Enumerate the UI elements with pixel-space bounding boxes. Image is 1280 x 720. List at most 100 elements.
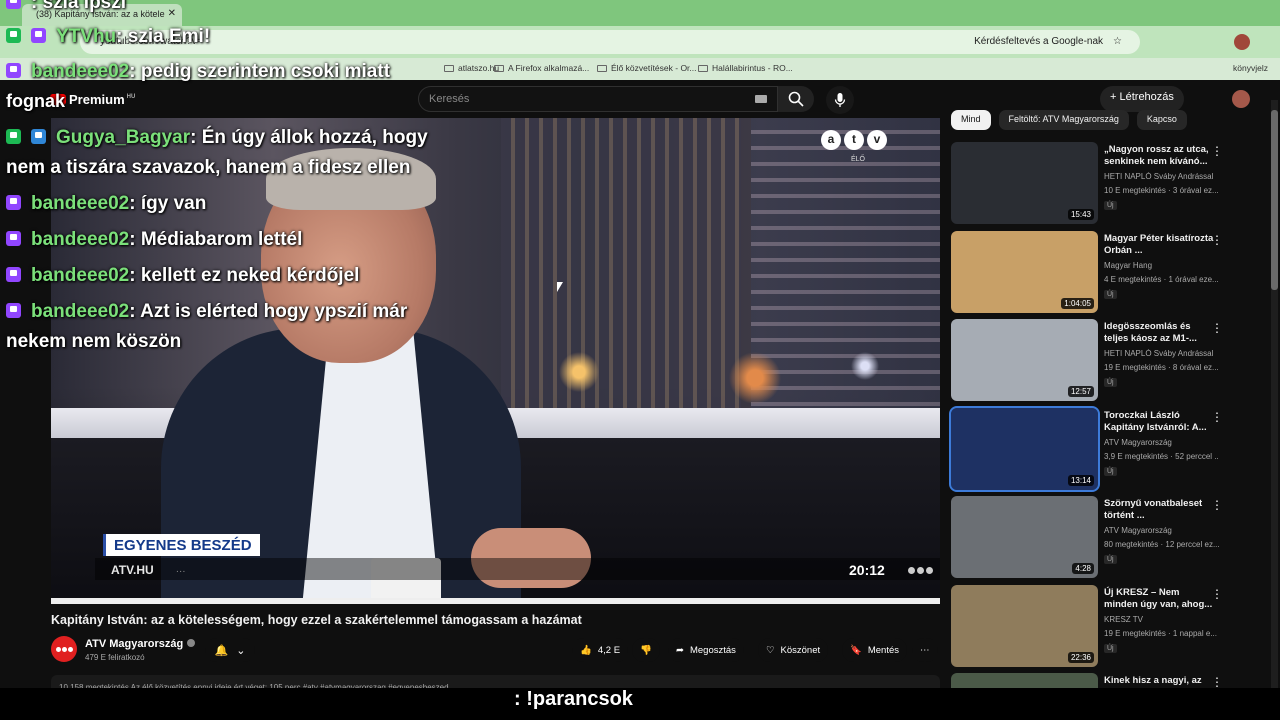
broadcast-clock: 20:12	[849, 562, 885, 578]
search-button[interactable]	[778, 86, 814, 112]
other-bookmarks[interactable]: könyvjelz	[1233, 63, 1268, 73]
chip-all[interactable]: Mind	[951, 110, 991, 130]
dislike-button[interactable]: 👎	[632, 638, 660, 662]
video-thumbnail[interactable]: 12:57	[951, 319, 1098, 401]
recommendation-title[interactable]: „Nagyon rossz az utca, senkinek nem kívá…	[1104, 144, 1214, 168]
video-thumbnail[interactable]: 1:04:05	[951, 231, 1098, 313]
recommendation-title[interactable]: Idegösszeomlás és teljes káosz az M1-...	[1104, 321, 1214, 345]
chat-message: bandeee02: Azt is elérted hogy ypszií má…	[6, 301, 407, 323]
more-vert-icon[interactable]: ⋮	[1211, 587, 1223, 601]
more-vert-icon[interactable]: ⋮	[1211, 410, 1223, 424]
video-thumbnail[interactable]: 4:28	[951, 496, 1098, 578]
chat-message: : szia ipszi	[6, 0, 126, 14]
bookmark-atlatszo[interactable]: atlatszo.hu	[444, 63, 499, 73]
mic-button[interactable]	[826, 86, 854, 114]
more-vert-icon[interactable]: ⋮	[1211, 144, 1223, 158]
thanks-button[interactable]: ♡ Köszönet	[758, 638, 829, 662]
source-label: ATV.HU	[111, 563, 154, 577]
create-button[interactable]: + Létrehozás	[1100, 86, 1184, 112]
like-button[interactable]: 👍 4,2 E	[572, 638, 629, 662]
lower-third-strip	[95, 558, 940, 580]
profile-avatar[interactable]	[1234, 34, 1250, 50]
twitch-icon	[6, 0, 21, 9]
ask-google-label: Kérdésfeltevés a Google-nak	[974, 36, 1104, 47]
new-badge: Új	[1104, 378, 1117, 387]
new-badge: Új	[1104, 467, 1117, 476]
folder-icon	[444, 65, 454, 72]
chat-message: nekem nem köszön	[6, 331, 182, 352]
recommendation-channel[interactable]: Magyar Hang	[1104, 261, 1219, 270]
browser-tabstrip: (38) Kapitány István: az a kötele ✕	[0, 0, 1280, 26]
bookmark-firefox[interactable]: A Firefox alkalmazá...	[494, 63, 589, 73]
video-title: Kapitány István: az a kötelességem, hogy…	[51, 613, 582, 627]
chat-message: bandeee02: Médiabarom lettél	[6, 229, 302, 251]
chip-uploader[interactable]: Feltöltő: ATV Magyarország	[998, 110, 1129, 130]
more-vert-icon[interactable]: ⋮	[1211, 233, 1223, 247]
chat-message: bandeee02: pedig szerintem csoki miatt	[6, 61, 390, 83]
mic-icon	[834, 93, 846, 107]
sidebar-scrollbar[interactable]	[1271, 100, 1278, 690]
video-thumbnail[interactable]: 22:36	[951, 585, 1098, 667]
new-badge: Új	[1104, 555, 1117, 564]
video-thumbnail[interactable]: 13:14	[949, 406, 1100, 492]
video-duration: 12:57	[1067, 386, 1094, 397]
bookmark-halallabirintus[interactable]: Halállabirintus - RO...	[698, 63, 793, 73]
recommendation-channel[interactable]: HETI NAPLÓ Sváby Andrással	[1104, 349, 1219, 358]
chat-message: YTVhu: szia Emi!	[6, 26, 210, 48]
badge-icon	[6, 28, 21, 43]
recommendation-card[interactable]: 15:43 „Nagyon rossz az utca, senkinek nem…	[951, 142, 1271, 226]
video-duration: 13:14	[1067, 475, 1094, 486]
more-vert-icon[interactable]: ⋮	[1211, 321, 1223, 335]
recommendation-title[interactable]: Új KRESZ – Nem minden úgy van, ahog...	[1104, 587, 1214, 611]
ask-google-button[interactable]: Kérdésfeltevés a Google-nak ☆	[974, 36, 1130, 47]
recommendation-title[interactable]: Szörnyű vonatbaleset történt ...	[1104, 498, 1214, 522]
video-thumbnail[interactable]: 15:43	[951, 142, 1098, 224]
chat-message: bandeee02: kellett ez neked kérdőjel	[6, 265, 359, 287]
new-badge: Új	[1104, 290, 1117, 299]
close-icon[interactable]: ✕	[168, 8, 176, 19]
channel-avatar[interactable]	[51, 636, 77, 662]
channel-name[interactable]: ATV Magyarország	[85, 638, 196, 650]
share-button[interactable]: ➦ Megosztás	[668, 638, 744, 662]
share-icon: ➦	[676, 644, 684, 656]
recommendation-meta: 4 E megtekintés · 1 órával eze...	[1104, 275, 1219, 284]
thanks-icon: ♡	[766, 644, 775, 656]
more-icon: ⋯	[920, 644, 930, 656]
recommendation-card[interactable]: 13:14 Toroczkai László Kapitány Istvánról…	[949, 406, 1271, 492]
recommendation-channel[interactable]: KRESZ TV	[1104, 615, 1219, 624]
more-vert-icon[interactable]: ⋮	[1211, 675, 1223, 689]
live-label: ÉLŐ	[851, 156, 866, 163]
recommendation-title[interactable]: Magyar Péter kisatírozta Orbán ...	[1104, 233, 1214, 257]
keyboard-icon[interactable]	[755, 95, 767, 103]
search-input[interactable]: Keresés	[418, 86, 778, 112]
video-player[interactable]: a t v ÉLŐ EGYENES BESZÉD ATV.HU ... 20:1…	[51, 118, 940, 604]
recommendation-channel[interactable]: ATV Magyarország	[1104, 526, 1219, 535]
bookmark-elo[interactable]: Élő közvetítések - Or...	[597, 63, 697, 73]
bookmark-icon: 🔖	[850, 644, 862, 656]
search-icon	[788, 91, 804, 107]
folder-icon	[698, 65, 708, 72]
recommendation-card[interactable]: 12:57 Idegösszeomlás és teljes káosz az M…	[951, 319, 1271, 403]
avatar[interactable]	[1232, 90, 1250, 108]
more-actions-button[interactable]: ⋯	[912, 638, 938, 662]
subscription-bell-button[interactable]: 🔔 ⌄	[205, 638, 255, 662]
chip-related[interactable]: Kapcso	[1136, 110, 1187, 130]
recommendation-card[interactable]: 22:36 Új KRESZ – Nem minden úgy van, ahog…	[951, 585, 1271, 669]
recommendation-channel[interactable]: ATV Magyarország	[1104, 438, 1219, 447]
recommendation-card[interactable]: 1:04:05 Magyar Péter kisatírozta Orbán ..…	[951, 231, 1271, 315]
recommendation-title[interactable]: Toroczkai László Kapitány Istvánról: A..…	[1104, 410, 1214, 434]
folder-icon	[597, 65, 607, 72]
more-vert-icon[interactable]: ⋮	[1211, 498, 1223, 512]
recommendation-title[interactable]: Kinek hisz a nagyi, az	[1104, 675, 1214, 687]
recommendation-channel[interactable]: HETI NAPLÓ Sváby Andrással	[1104, 172, 1219, 181]
thumbs-up-icon: 👍	[580, 644, 592, 656]
video-duration: 1:04:05	[1061, 298, 1094, 309]
recommendation-meta: 10 E megtekintés · 3 órával ez...	[1104, 186, 1219, 195]
folder-icon	[494, 65, 504, 72]
bell-icon: 🔔	[214, 644, 229, 657]
chat-message: nem a tiszára szavazok, hanem a fidesz e…	[6, 157, 411, 178]
badge-icon	[31, 129, 46, 144]
star-icon[interactable]: ☆	[1113, 36, 1122, 47]
save-button[interactable]: 🔖 Mentés	[842, 638, 907, 662]
recommendation-card[interactable]: 4:28 Szörnyű vonatbaleset történt ... ATV …	[951, 496, 1271, 580]
